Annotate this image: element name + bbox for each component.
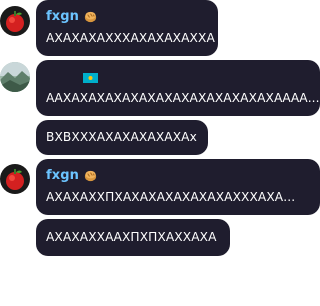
message-header: fxgn [46,9,98,24]
landscape-avatar-icon [0,62,30,92]
chat-log: fxgn АХАХАХАХХХАХАХАХАХХА ААХАХАХАХАХАХА… [0,0,320,306]
message-text: ААХАХАХАХАХАХАХАХАХАХАХАХАХАААА... [46,91,320,105]
message-header: fxgn [46,168,98,183]
message-text: ВХВХХХАХАХАХАХАХАх [46,130,197,144]
message-text: АХАХАХХПХАХАХАХАХАХАХАХХХАХА... [46,190,296,204]
kazakhstan-flag-icon [83,73,98,83]
username[interactable]: fxgn [46,9,79,24]
message-text: АХАХАХХААХПХПХАХХАХА [46,230,217,244]
red-apple-avatar-icon [0,6,30,36]
message-bubble: fxgn АХАХАХХПХАХАХАХАХАХАХАХХХАХА... [36,159,320,215]
message-bubble: АХАХАХХААХПХПХАХХАХА [36,219,230,256]
message-bubble: fxgn АХАХАХАХХХАХАХАХАХХА [36,0,218,56]
red-apple-avatar-icon [0,164,30,194]
message-text: АХАХАХАХХХАХАХАХАХХА [46,31,215,45]
bread-emoji-icon [84,170,97,182]
user-avatar[interactable] [0,164,30,194]
user-avatar[interactable] [0,62,30,92]
username[interactable]: fxgn [46,168,79,183]
message-bubble: ВХВХХХАХАХАХАХАХАх [36,120,208,155]
message-bubble: ААХАХАХАХАХАХАХАХАХАХАХАХАХАААА... [36,60,320,116]
user-avatar[interactable] [0,6,30,36]
bread-emoji-icon [84,11,97,23]
